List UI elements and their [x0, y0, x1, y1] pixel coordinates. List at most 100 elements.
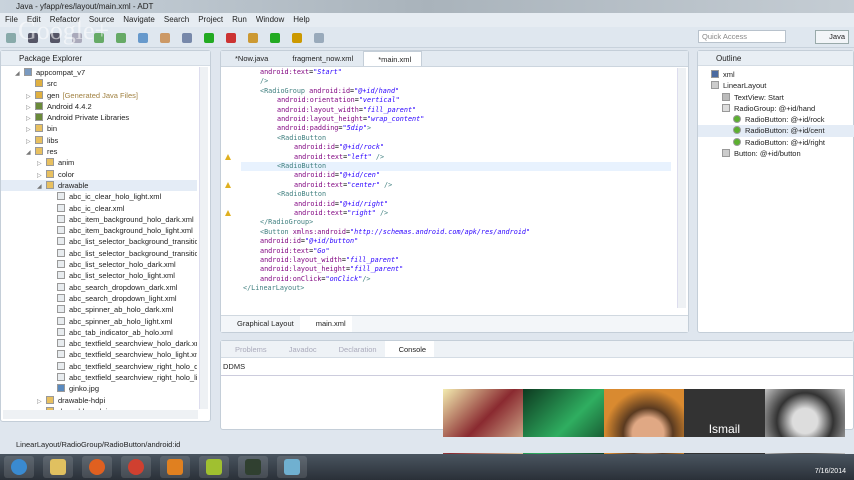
toolbar-icon-13[interactable] — [292, 33, 302, 43]
start-orb-icon[interactable] — [4, 456, 34, 478]
tree-item[interactable]: ◢ res — [1, 146, 197, 157]
tree-item[interactable]: TextView: Start — [698, 92, 854, 103]
toolbar-icon-7[interactable] — [160, 33, 170, 43]
tab-problems[interactable]: Problems — [221, 341, 275, 357]
tree-item[interactable]: xml — [698, 69, 854, 80]
menu-run[interactable]: Run — [232, 13, 247, 27]
toolbar-icon-14[interactable] — [314, 33, 324, 43]
pdf-icon[interactable] — [160, 456, 190, 478]
collapsed-arrow-icon[interactable]: ▷ — [37, 159, 46, 168]
tree-item[interactable]: abc_list_selector_holo_dark.xml — [1, 259, 197, 270]
tree-item[interactable]: abc_item_background_holo_light.xml — [1, 225, 197, 236]
expanded-arrow-icon[interactable]: ◢ — [15, 69, 24, 78]
firefox-icon[interactable] — [82, 456, 112, 478]
explorer-icon[interactable] — [43, 456, 73, 478]
tree-item[interactable]: ▷ color — [1, 169, 197, 180]
tree-item[interactable]: ▷ drawable-hdpi — [1, 395, 197, 406]
toolbar-icon-0[interactable] — [6, 33, 16, 43]
menu-project[interactable]: Project — [198, 13, 223, 27]
package-explorer-scrollbar[interactable] — [199, 67, 208, 409]
code-token: "onClick" — [325, 274, 363, 283]
toolbar-icon-6[interactable] — [138, 33, 148, 43]
java-perspective-button[interactable]: Java — [815, 30, 849, 44]
toolbar-icon-12[interactable] — [270, 33, 280, 43]
tree-item[interactable]: abc_list_selector_background_transitio — [1, 248, 197, 259]
collapsed-arrow-icon[interactable]: ▷ — [37, 397, 46, 406]
collapsed-arrow-icon[interactable]: ▷ — [26, 137, 35, 146]
tree-item[interactable]: RadioGroup: @+id/hand — [698, 103, 854, 114]
tree-item-label: abc_textfield_searchview_right_holo_lig — [69, 373, 197, 383]
tree-item[interactable]: ◢ drawable — [1, 179, 197, 192]
toolbar-icon-10[interactable] — [226, 33, 236, 43]
collapsed-arrow-icon[interactable]: ▷ — [26, 114, 35, 123]
code-line: android:id="@+id/right" — [243, 200, 388, 209]
package-explorer-hscrollbar[interactable] — [3, 410, 198, 419]
tree-item[interactable]: Button: @+id/button — [698, 148, 854, 159]
tree-item[interactable]: abc_item_background_holo_dark.xml — [1, 214, 197, 225]
menu-navigate[interactable]: Navigate — [123, 13, 155, 27]
menu-search[interactable]: Search — [164, 13, 189, 27]
tree-item[interactable]: src — [1, 78, 197, 89]
expanded-arrow-icon[interactable]: ◢ — [37, 182, 46, 191]
eclipse-icon[interactable] — [199, 456, 229, 478]
tab-declaration[interactable]: Declaration — [325, 341, 385, 357]
quick-access-input[interactable]: Quick Access — [698, 30, 786, 43]
menu-help[interactable]: Help — [293, 13, 309, 27]
tree-item[interactable]: ▷ Android Private Libraries — [1, 112, 197, 123]
tree-item[interactable]: abc_tab_indicator_ab_holo.xml — [1, 327, 197, 338]
toolbar-icon-5[interactable] — [116, 33, 126, 43]
collapsed-arrow-icon[interactable]: ▷ — [26, 125, 35, 134]
android-icon[interactable] — [238, 456, 268, 478]
collapsed-arrow-icon[interactable]: ▷ — [37, 171, 46, 180]
tree-item[interactable]: RadioButton: @+id/cent — [698, 125, 854, 137]
tree-item[interactable]: abc_textfield_searchview_right_holo_lig — [1, 372, 197, 383]
tree-item[interactable]: abc_textfield_searchview_right_holo_da — [1, 361, 197, 372]
editor-tabs: *Now.java fragment_now.xml *main.xml — [221, 51, 688, 67]
tab-fragmentnowxml[interactable]: fragment_now.xml — [278, 51, 363, 66]
tree-item[interactable]: ▷ libs — [1, 135, 197, 146]
chrome-icon[interactable] — [121, 456, 151, 478]
radiogroup-icon — [722, 103, 730, 112]
tree-item[interactable]: ▷ bin — [1, 123, 197, 134]
tree-item[interactable]: abc_list_selector_background_transitio — [1, 236, 197, 247]
tab-mainxml[interactable]: main.xml — [299, 316, 352, 332]
code-token: /> — [379, 180, 393, 189]
collapsed-arrow-icon[interactable]: ▷ — [26, 92, 35, 101]
toolbar-icon-8[interactable] — [182, 33, 192, 43]
expanded-arrow-icon[interactable]: ◢ — [26, 148, 35, 157]
tree-item[interactable]: ▷ gen [Generated Java Files] — [1, 90, 197, 101]
tree-item[interactable]: ▷ Android 4.4.2 — [1, 101, 197, 112]
menu-file[interactable]: File — [5, 13, 18, 27]
tree-item[interactable]: LinearLayout — [698, 80, 854, 91]
tree-item[interactable]: RadioButton: @+id/right — [698, 137, 854, 148]
tree-item[interactable]: abc_textfield_searchview_holo_dark.xm — [1, 338, 197, 349]
toolbar-icon-9[interactable] — [204, 33, 214, 43]
tree-item[interactable]: abc_ic_clear.xml — [1, 203, 197, 214]
tree-item[interactable]: abc_ic_clear_holo_light.xml — [1, 191, 197, 202]
tree-item[interactable]: abc_search_dropdown_dark.xml — [1, 282, 197, 293]
tree-item[interactable]: RadioButton: @+id/rock — [698, 114, 854, 125]
tree-item[interactable]: abc_list_selector_holo_light.xml — [1, 270, 197, 281]
tree-item[interactable]: abc_search_dropdown_light.xml — [1, 293, 197, 304]
tab-console[interactable]: Console — [384, 341, 435, 357]
tree-item[interactable]: abc_spinner_ab_holo_light.xml — [1, 316, 197, 327]
tree-item[interactable]: ginko.jpg — [1, 383, 197, 394]
tree-item[interactable]: ▷ anim — [1, 157, 197, 168]
toolbar-icon-11[interactable] — [248, 33, 258, 43]
code-line: android:id="@+id/button" — [243, 237, 358, 246]
tree-item[interactable]: ◢ appcompat_v7 — [1, 67, 197, 78]
tab-graphicallayout[interactable]: Graphical Layout — [221, 316, 300, 332]
tree-item[interactable]: abc_spinner_ab_holo_dark.xml — [1, 304, 197, 315]
tab-nowjava[interactable]: *Now.java — [221, 51, 278, 66]
menu-window[interactable]: Window — [256, 13, 284, 27]
notepad-icon[interactable] — [277, 456, 307, 478]
code-area[interactable]: android:text="Start"/> <RadioGroup androi… — [221, 68, 671, 308]
code-token: /> — [260, 77, 269, 86]
tab-javadoc[interactable]: Javadoc — [275, 341, 325, 357]
tree-item[interactable]: abc_textfield_searchview_holo_light.xm — [1, 349, 197, 360]
package-tree: ◢ appcompat_v7 src ▷ gen [Generated Java File… — [1, 67, 197, 417]
code-line: <RadioButton — [243, 190, 326, 199]
collapsed-arrow-icon[interactable]: ▷ — [26, 103, 35, 112]
tab-mainxml[interactable]: *main.xml — [363, 51, 423, 66]
editor-scrollbar[interactable] — [677, 68, 686, 308]
